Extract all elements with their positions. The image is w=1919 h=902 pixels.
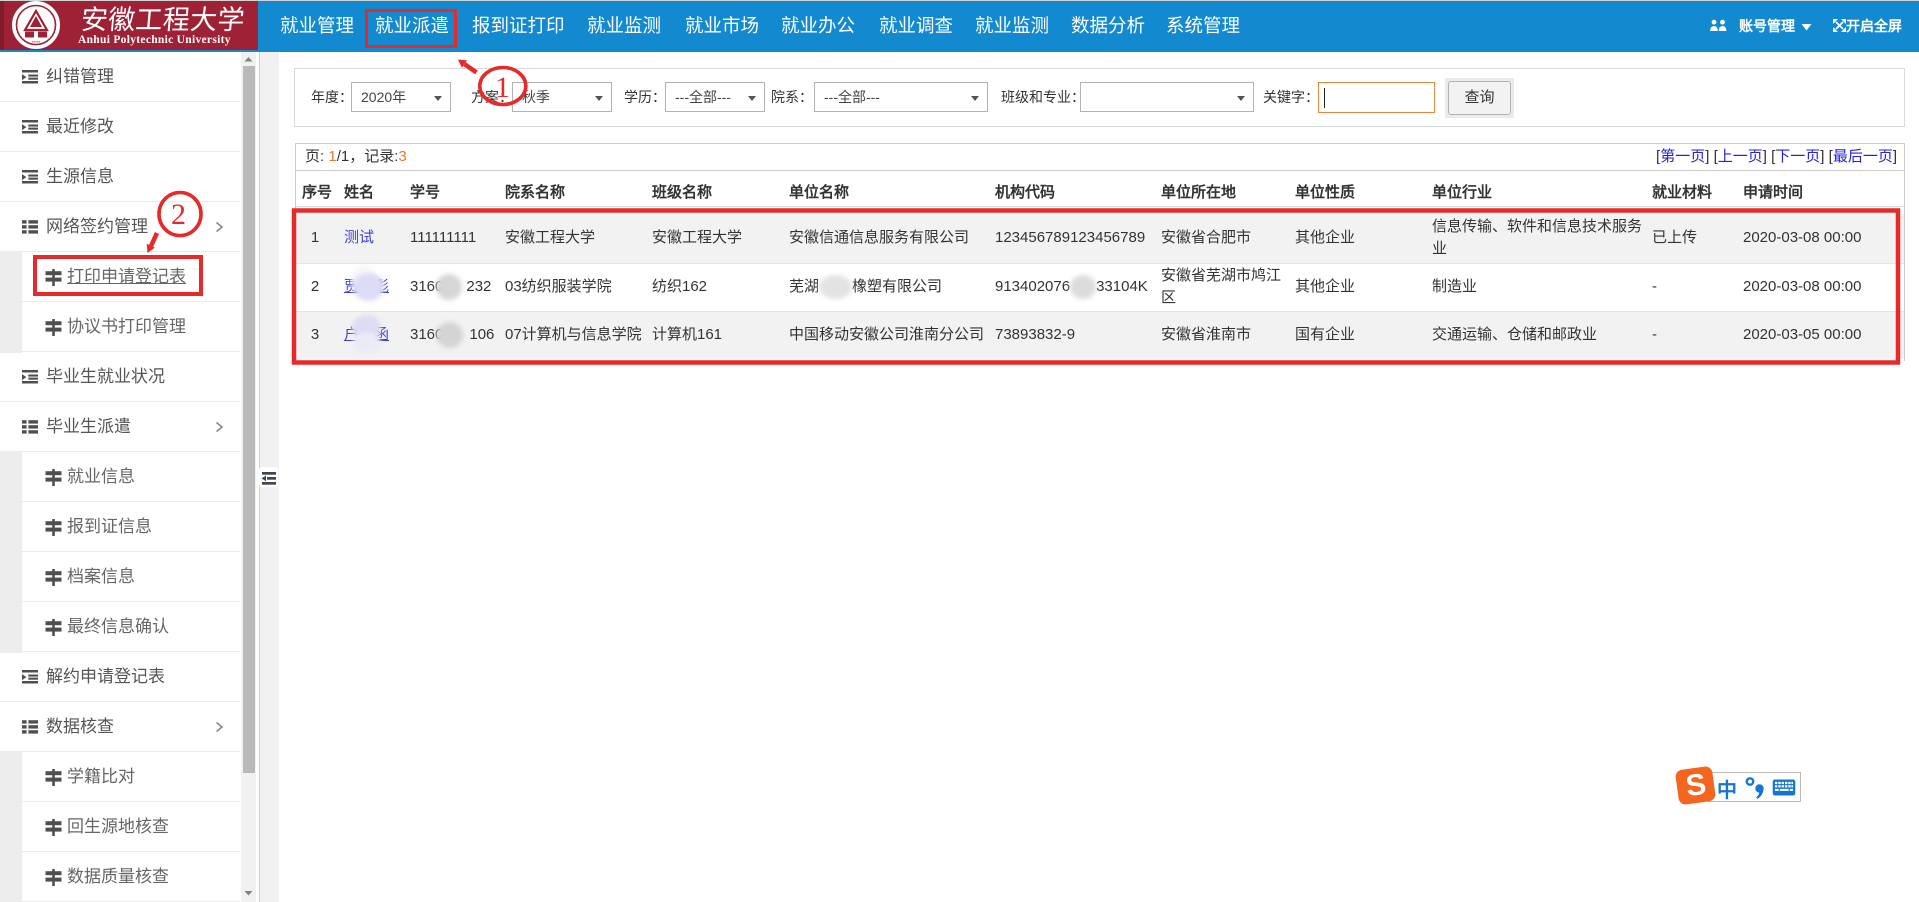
- svg-text:*****: *****: [32, 40, 41, 45]
